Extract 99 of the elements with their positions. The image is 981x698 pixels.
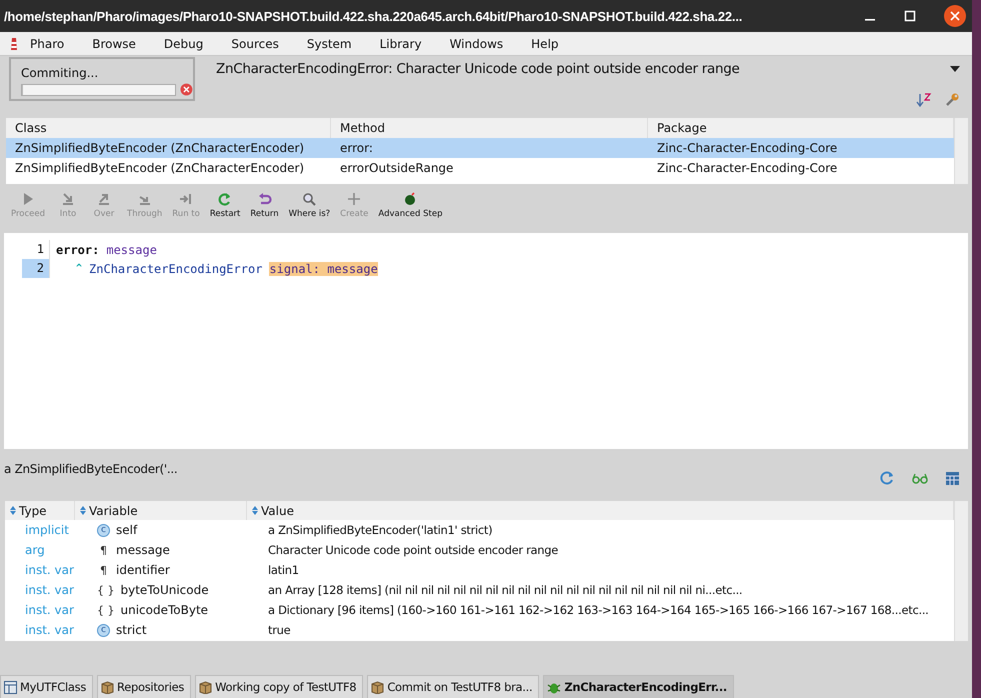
menu-item[interactable]: Debug xyxy=(158,36,226,50)
variable-marker: ¶ xyxy=(99,544,108,556)
variable-marker: { } xyxy=(97,604,114,616)
type-cell-text: inst. var xyxy=(24,563,75,577)
variable-cell: strict xyxy=(116,623,147,637)
value-cell-text: true xyxy=(267,623,292,637)
close-icon[interactable] xyxy=(944,5,966,27)
search-icon xyxy=(302,192,316,206)
taskbar-item[interactable]: Repositories xyxy=(97,675,192,698)
variable-marker: ¶ xyxy=(99,564,108,576)
window-icon xyxy=(4,680,17,694)
bomb-icon xyxy=(403,192,418,206)
toolbar-button[interactable]: Advanced Step xyxy=(373,190,448,230)
inspector-row[interactable]: arg ¶ message Character Unicode code point outside encoder range xyxy=(5,540,954,560)
type-cell-text: inst. var xyxy=(24,623,75,637)
package-icon xyxy=(199,680,212,694)
table-cell-text: error: xyxy=(339,141,374,155)
sort-icon[interactable] xyxy=(916,92,932,108)
code-token: error: xyxy=(56,242,100,256)
inspector-title: a ZnSimplifiedByteEncoder('... xyxy=(4,462,178,476)
value-cell-text: a Dictionary [96 items] (160->160 161->161 162->162 163->163 164->164 165->165 166->166 167->167 168...etc... xyxy=(267,603,930,617)
code-token: signal: message xyxy=(269,262,378,276)
header-label: Variable xyxy=(89,504,138,518)
variable-cell: self xyxy=(116,523,138,537)
taskbar-item[interactable]: ZnCharacterEncodingErr... xyxy=(543,675,734,698)
toolbar-button[interactable]: Return xyxy=(245,190,284,230)
value-cell-text: latin1 xyxy=(267,563,300,577)
cancel-icon[interactable] xyxy=(180,83,193,96)
grid-icon[interactable] xyxy=(945,470,960,486)
column-header[interactable]: Variable xyxy=(75,501,247,520)
class-marker: c xyxy=(97,524,110,536)
table-cell-text: ZnSimplifiedByteEncoder (ZnCharacterEncoder) xyxy=(14,161,306,175)
taskbar-item[interactable]: Commit on TestUTF8 bra... xyxy=(367,675,540,698)
inspector-row[interactable]: inst. var c strict true xyxy=(5,620,954,640)
sort-icon xyxy=(10,506,16,515)
taskbar-item[interactable]: MyUTFClass xyxy=(0,675,94,698)
type-cell-text: arg xyxy=(24,543,46,557)
sort-icon xyxy=(252,506,258,515)
scrollbar[interactable] xyxy=(954,501,968,641)
menu-item[interactable]: Library xyxy=(374,36,444,50)
refresh-icon[interactable] xyxy=(879,470,895,486)
restart-icon xyxy=(218,192,232,206)
menu-item[interactable]: Pharo xyxy=(24,36,86,50)
inspector-row[interactable]: inst. var { } unicodeToByte a Dictionary [96 items] (160->160 161->161 162->162 163->163 164->164 165->165 166->166 167->167 168...etc... xyxy=(5,600,954,620)
code-token: message xyxy=(106,242,157,256)
progress-label: Commiting... xyxy=(21,66,100,80)
plus-icon xyxy=(347,192,362,206)
line-number: 2 xyxy=(22,259,50,278)
variable-cell: byteToUnicode xyxy=(120,583,209,597)
menu-item[interactable]: Windows xyxy=(444,36,526,50)
value-cell-text: an Array [128 items] (nil nil nil nil nil nil nil nil nil nil nil nil nil nil nil nil nil nil nil ni...etc... xyxy=(267,583,744,597)
package-icon xyxy=(101,680,114,694)
toolbar-button[interactable]: Restart xyxy=(204,190,246,230)
error-title: ZnCharacterEncodingError: Character Unicode code point outside encoder range xyxy=(216,61,740,77)
variable-cell: message xyxy=(116,543,170,557)
header-label: Value xyxy=(261,504,294,518)
maximize-icon[interactable] xyxy=(904,10,916,22)
variable-marker: { } xyxy=(97,584,114,596)
menu-item[interactable]: System xyxy=(300,36,374,50)
wrench-icon[interactable] xyxy=(944,92,960,108)
header-label: Type xyxy=(19,504,47,518)
package-icon xyxy=(371,680,384,694)
type-cell-text: implicit xyxy=(24,523,70,537)
variable-cell: identifier xyxy=(116,563,170,577)
toolbar-button[interactable]: Where is? xyxy=(284,190,336,230)
bug-icon xyxy=(547,680,562,694)
variable-cell: unicodeToByte xyxy=(120,603,208,617)
down-arrow-icon xyxy=(61,192,76,206)
code-editor[interactable]: 1 error: message 2 ^ ZnCharacterEncodingError signal: message xyxy=(4,233,968,449)
column-header[interactable]: Type xyxy=(5,501,75,520)
scrollbar[interactable] xyxy=(954,118,968,184)
lighthouse-icon xyxy=(10,36,18,50)
window-title: /home/stephan/Pharo/images/Pharo10-SNAPSHOT.build.422.sha.220a645.arch.64bit/Pharo10-SNAPSHOT.build.422.sha.22... xyxy=(4,8,744,24)
type-cell-text: inst. var xyxy=(24,603,75,617)
stack-row[interactable]: ZnSimplifiedByteEncoder (ZnCharacterEncoder) error: Zinc-Character-Encoding-Core xyxy=(6,138,954,158)
play-icon xyxy=(21,192,35,206)
type-cell-text: inst. var xyxy=(24,583,75,597)
table-cell-text: Zinc-Character-Encoding-Core xyxy=(656,141,838,155)
class-marker: c xyxy=(97,624,110,636)
taskbar-item[interactable]: Working copy of TestUTF8 xyxy=(195,675,364,698)
table-cell-text: errorOutsideRange xyxy=(339,161,454,175)
sort-icon xyxy=(80,506,86,515)
menu-item[interactable]: Browse xyxy=(86,36,158,50)
inspector-row[interactable]: inst. var ¶ identifier latin1 xyxy=(5,560,954,580)
menu-item[interactable]: Help xyxy=(525,36,581,50)
value-cell-text: Character Unicode code point outside encoder range xyxy=(267,543,560,557)
table-cell-text: Zinc-Character-Encoding-Core xyxy=(656,161,838,175)
menu-item[interactable]: Sources xyxy=(225,36,301,50)
value-cell-text: a ZnSimplifiedByteEncoder('latin1' strict) xyxy=(267,523,494,537)
glasses-icon[interactable] xyxy=(911,471,929,485)
inspector-row[interactable]: implicit c self a ZnSimplifiedByteEncoder('latin1' strict) xyxy=(5,520,954,540)
table-cell-text: ZnSimplifiedByteEncoder (ZnCharacterEncoder) xyxy=(14,141,306,155)
dropdown-icon[interactable] xyxy=(950,66,960,72)
up-arrow-icon xyxy=(97,192,112,206)
code-token: ZnCharacterEncodingError xyxy=(89,262,262,276)
return-icon xyxy=(258,192,272,206)
code-token: ^ xyxy=(76,263,82,274)
inspector-row[interactable]: inst. var { } byteToUnicode an Array [128 items] (nil nil nil nil nil nil nil nil nil nil nil nil nil nil nil nil nil nil nil ni...etc... xyxy=(5,580,954,600)
enter-arrow-icon xyxy=(179,192,194,206)
